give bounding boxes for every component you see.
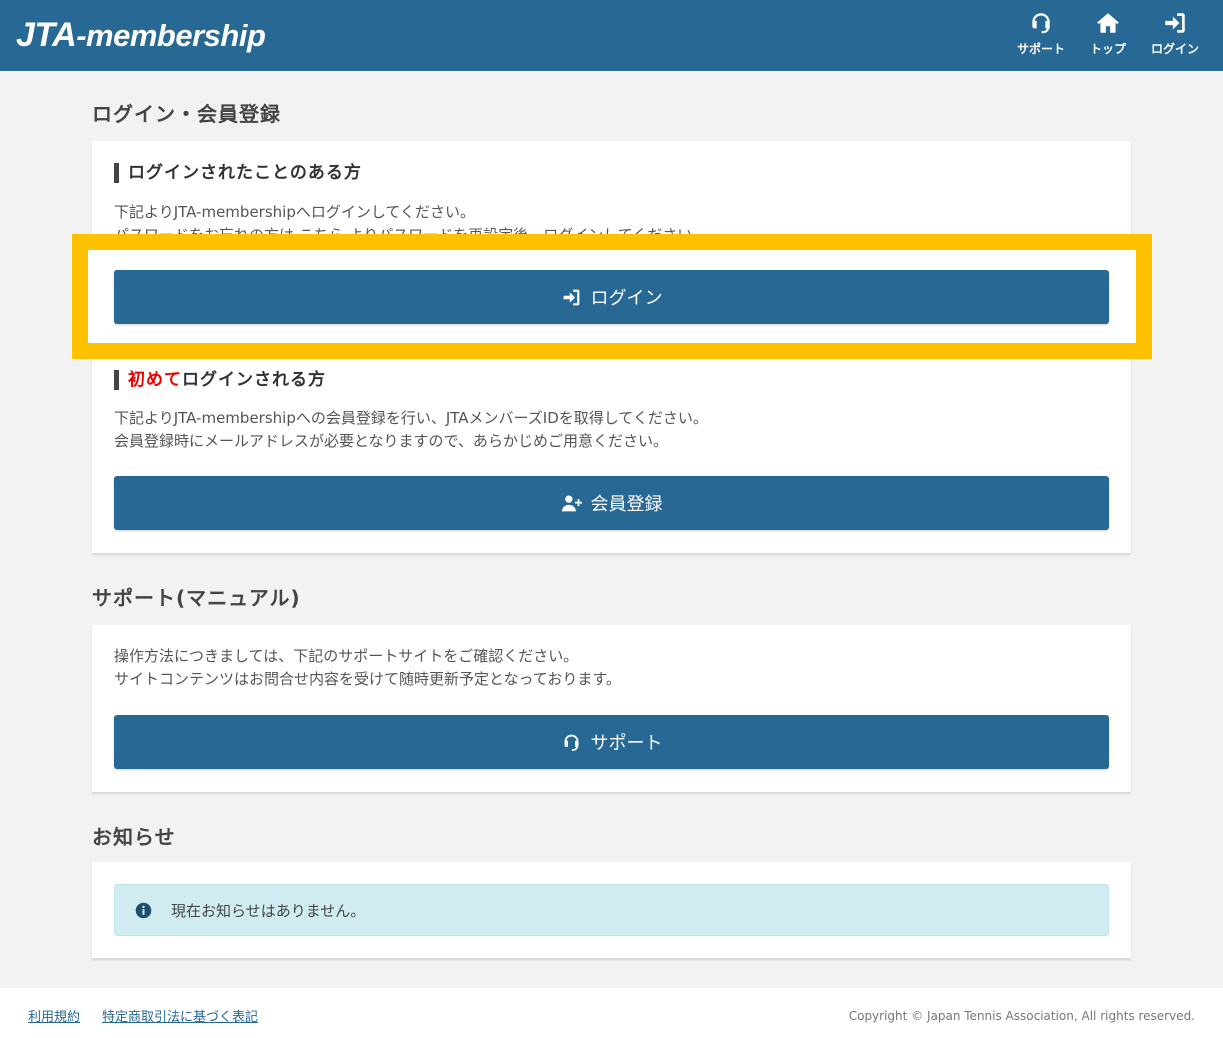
site-logo[interactable]: JTA-membership	[16, 16, 266, 55]
existing-user-heading: ログインされたことのある方	[114, 163, 362, 183]
new-user-heading: 初めてログインされる方	[114, 370, 326, 390]
info-circle-icon	[135, 902, 152, 918]
headset-icon	[1032, 13, 1050, 34]
headset-icon	[564, 734, 579, 751]
support-button[interactable]: サポート	[114, 715, 1109, 769]
news-card: 現在お知らせはありません。	[92, 862, 1131, 958]
register-button[interactable]: 会員登録	[114, 476, 1109, 530]
login-button-highlight: ログイン	[72, 234, 1152, 359]
news-section-title: お知らせ	[92, 825, 176, 849]
terms-link[interactable]: 利用規約	[28, 1006, 80, 1025]
nav-login[interactable]: ログイン	[1151, 10, 1199, 57]
page-footer: 利用規約 特定商取引法に基づく表記 Copyright © Japan Tenn…	[0, 988, 1223, 1038]
support-desc: 操作方法につきましては、下記のサポートサイトをご確認ください。 サイトコンテンツ…	[114, 647, 621, 688]
header-nav: サポート トップ ログイン	[1017, 10, 1199, 57]
copyright-text: Copyright © Japan Tennis Association, Al…	[848, 1009, 1195, 1023]
user-plus-icon	[561, 494, 582, 511]
sign-in-icon	[1165, 13, 1185, 33]
home-icon	[1097, 13, 1119, 33]
new-user-desc: 下記よりJTA-membershipへの会員登録を行い、JTAメンバーズIDを取…	[114, 409, 708, 450]
login-button[interactable]: ログイン	[114, 270, 1109, 324]
commerce-law-link[interactable]: 特定商取引法に基づく表記	[102, 1006, 258, 1025]
support-card: 操作方法につきましては、下記のサポートサイトをご確認ください。 サイトコンテンツ…	[92, 625, 1131, 792]
sign-in-icon	[563, 289, 579, 305]
nav-top[interactable]: トップ	[1085, 10, 1131, 57]
login-section-title: ログイン・会員登録	[92, 102, 281, 126]
support-section-title: サポート(マニュアル)	[92, 586, 301, 610]
news-alert: 現在お知らせはありません。	[114, 884, 1109, 936]
top-header: JTA-membership サポート トップ ログイン	[0, 0, 1223, 71]
nav-support[interactable]: サポート	[1017, 10, 1065, 57]
